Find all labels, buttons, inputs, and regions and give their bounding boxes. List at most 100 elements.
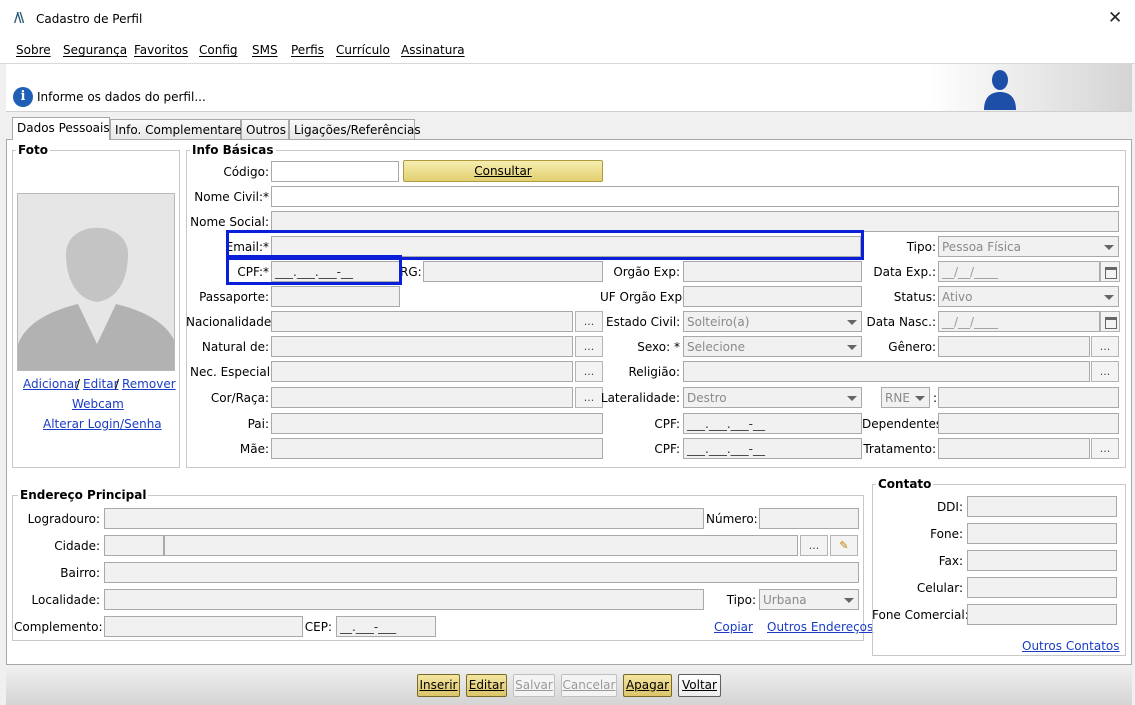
fax-field[interactable]: [967, 550, 1117, 571]
mae-label: Mãe:: [239, 442, 269, 456]
calendar-icon[interactable]: [1100, 261, 1120, 282]
endereco-legend: Endereço Principal: [18, 488, 149, 502]
user-silhouette-icon: [984, 70, 1016, 110]
menu-favoritos[interactable]: Favoritos: [134, 43, 188, 57]
remove-photo-link[interactable]: Remover: [122, 377, 176, 391]
tratamento-lookup-button[interactable]: ...: [1091, 438, 1119, 459]
foto-legend: Foto: [16, 143, 50, 157]
menu-perfis[interactable]: Perfis: [291, 43, 324, 57]
rg-field[interactable]: [423, 261, 603, 282]
data-exp-label: Data Exp.:: [873, 265, 936, 279]
tab-info-complementares[interactable]: Info. Complementares: [110, 119, 248, 140]
consultar-button[interactable]: Consultar: [403, 160, 603, 182]
tab-dados-pessoais[interactable]: Dados Pessoais: [12, 117, 110, 140]
complemento-field[interactable]: [104, 616, 303, 637]
estado-civil-select[interactable]: Solteiro(a): [683, 311, 862, 332]
pai-field[interactable]: [271, 413, 603, 434]
logradouro-label: Logradouro:: [27, 512, 100, 526]
apagar-button[interactable]: Apagar: [623, 674, 672, 697]
edit-photo-link[interactable]: Editar: [83, 377, 119, 391]
menu-sms[interactable]: SMS: [252, 43, 278, 57]
bairro-field[interactable]: [104, 562, 859, 583]
data-exp-field[interactable]: __/__/____: [938, 261, 1100, 282]
voltar-button[interactable]: Voltar: [678, 674, 721, 697]
logradouro-field[interactable]: [104, 508, 704, 529]
religiao-lookup-button[interactable]: ...: [1091, 361, 1119, 382]
natural-lookup-button[interactable]: ...: [575, 336, 603, 357]
tab-ligacoes-referencias[interactable]: Ligações/Referências: [289, 119, 421, 140]
nome-social-field[interactable]: [271, 211, 1119, 232]
nec-especial-lookup-button[interactable]: ...: [575, 361, 603, 382]
menu-curriculo[interactable]: Currículo: [336, 43, 390, 57]
fone-field[interactable]: [967, 523, 1117, 544]
copiar-link[interactable]: Copiar: [714, 620, 753, 634]
cpf-highlight-box: [226, 255, 402, 285]
genero-lookup-button[interactable]: ...: [1091, 336, 1119, 357]
nec-especial-field[interactable]: [271, 361, 573, 382]
cidade-name-field[interactable]: [164, 535, 798, 556]
tipo-endereco-label: Tipo:: [726, 593, 756, 607]
salvar-button[interactable]: Salvar: [513, 674, 555, 697]
menu-bar: Sobre Segurança Favoritos Config SMS Per…: [0, 36, 1135, 64]
tab-outros[interactable]: Outros: [241, 119, 289, 140]
cor-raca-field[interactable]: [271, 387, 573, 408]
cep-field[interactable]: __.___-___: [336, 616, 436, 637]
status-select[interactable]: Ativo: [938, 286, 1119, 307]
cor-raca-lookup-button[interactable]: ...: [575, 387, 603, 408]
lateralidade-select[interactable]: Destro: [683, 387, 862, 408]
orgao-exp-field[interactable]: [683, 261, 862, 282]
bairro-label: Bairro:: [60, 566, 100, 580]
rne-select[interactable]: RNE: [881, 387, 930, 408]
change-login-link[interactable]: Alterar Login/Senha: [43, 417, 162, 431]
add-photo-link[interactable]: Adicionar: [23, 377, 79, 391]
dependentes-field[interactable]: [938, 413, 1119, 434]
outros-enderecos-link[interactable]: Outros Endereços: [767, 620, 873, 634]
menu-assinatura[interactable]: Assinatura: [401, 43, 465, 57]
data-nasc-label: Data Nasc.:: [866, 315, 936, 329]
localidade-label: Localidade:: [31, 593, 100, 607]
menu-seguranca[interactable]: Segurança: [63, 43, 127, 57]
outros-contatos-link[interactable]: Outros Contatos: [1022, 639, 1120, 653]
sexo-select[interactable]: Selecione: [683, 336, 862, 357]
religiao-field[interactable]: [683, 361, 1090, 382]
webcam-link[interactable]: Webcam: [72, 397, 124, 411]
numero-field[interactable]: [759, 508, 859, 529]
nacionalidade-lookup-button[interactable]: ...: [575, 311, 603, 332]
natural-field[interactable]: [271, 336, 573, 357]
cpf-pai-label: CPF:: [654, 417, 680, 431]
data-nasc-field[interactable]: __/__/____: [938, 311, 1100, 332]
cidade-lookup-button[interactable]: ...: [800, 535, 828, 556]
banner-message: Informe os dados do perfil...: [37, 90, 206, 104]
cpf-mae-field[interactable]: ___.___.___-__: [683, 438, 862, 459]
genero-field[interactable]: [938, 336, 1090, 357]
mae-field[interactable]: [271, 438, 603, 459]
editar-button[interactable]: Editar: [466, 674, 507, 697]
fone-comercial-field[interactable]: [967, 604, 1117, 625]
tratamento-field[interactable]: [938, 438, 1090, 459]
lateralidade-label: Lateralidade:: [600, 391, 680, 405]
celular-label: Celular:: [916, 581, 963, 595]
uf-orgao-field[interactable]: [683, 286, 862, 307]
passaporte-field[interactable]: [271, 286, 400, 307]
menu-sobre[interactable]: Sobre: [16, 43, 51, 57]
genero-label: Gênero:: [888, 340, 936, 354]
nec-especial-label: Nec. Especial:: [190, 365, 275, 379]
contato-legend: Contato: [876, 477, 934, 491]
cidade-code-field[interactable]: [104, 535, 164, 556]
inserir-button[interactable]: Inserir: [417, 674, 460, 697]
cancelar-button[interactable]: Cancelar: [561, 674, 617, 697]
nome-civil-field[interactable]: [271, 186, 1119, 207]
menu-config[interactable]: Config: [199, 43, 238, 57]
localidade-field[interactable]: [104, 589, 704, 610]
tipo-select[interactable]: Pessoa Física: [938, 236, 1119, 257]
celular-field[interactable]: [967, 577, 1117, 598]
nacionalidade-field[interactable]: [271, 311, 573, 332]
pencil-icon[interactable]: ✎: [830, 535, 858, 556]
cpf-pai-field[interactable]: ___.___.___-__: [683, 413, 862, 434]
codigo-field[interactable]: [271, 161, 399, 182]
ddi-field[interactable]: [967, 496, 1117, 517]
close-icon[interactable]: ✕: [1108, 8, 1122, 28]
calendar-icon[interactable]: [1100, 311, 1120, 332]
rne-field[interactable]: [938, 387, 1119, 408]
tipo-endereco-select[interactable]: Urbana: [759, 589, 859, 610]
